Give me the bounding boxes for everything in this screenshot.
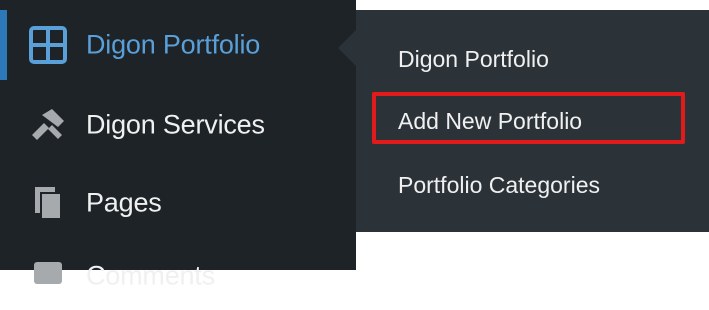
sidebar-item-label: Digon Portfolio (86, 29, 261, 60)
admin-sidebar: Digon Portfolio Digon Services Pages Com… (0, 0, 356, 291)
sidebar-item-label: Pages (86, 187, 162, 218)
tools-icon (28, 105, 68, 145)
sidebar-item-digon-portfolio[interactable]: Digon Portfolio (0, 10, 356, 80)
sidebar-item-label: Digon Services (86, 109, 265, 140)
sidebar-item-comments[interactable]: Comments (0, 240, 356, 310)
submenu-item-digon-portfolio[interactable]: Digon Portfolio (398, 46, 549, 73)
submenu-pointer (338, 30, 356, 66)
highlight-box (372, 92, 685, 144)
submenu-item-portfolio-categories[interactable]: Portfolio Categories (398, 172, 600, 199)
pages-icon (28, 183, 68, 223)
sidebar-item-pages[interactable]: Pages (0, 168, 356, 238)
comments-icon (28, 256, 68, 296)
sidebar-item-label: Comments (86, 260, 215, 291)
sidebar-item-digon-services[interactable]: Digon Services (0, 90, 356, 160)
grid-icon (28, 25, 68, 65)
